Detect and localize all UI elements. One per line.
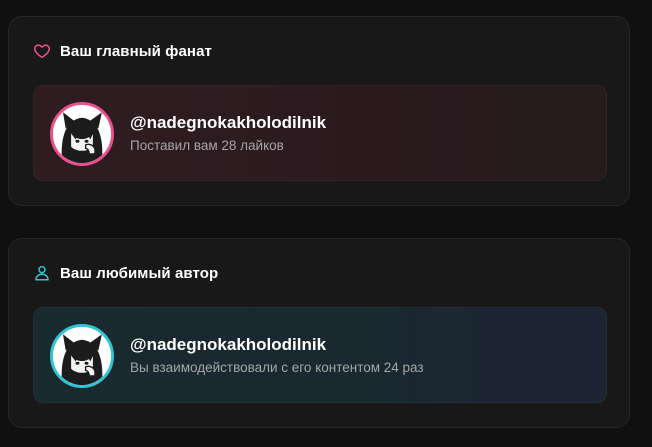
favorite-author-user-info: @nadegnokakholodilnik Вы взаимодействова…	[130, 334, 424, 377]
user-icon	[33, 264, 51, 282]
favorite-author-card: Ваш любимый автор @nadegnokakholodilnik …	[8, 238, 630, 428]
favorite-author-header: Ваш любимый автор	[33, 263, 218, 283]
favorite-author-user-panel[interactable]: @nadegnokakholodilnik Вы взаимодействова…	[33, 307, 607, 403]
avatar[interactable]	[50, 102, 114, 166]
favorite-author-username[interactable]: @nadegnokakholodilnik	[130, 334, 424, 356]
favorite-author-interactions-text: Вы взаимодействовали с его контентом 24 …	[130, 360, 424, 375]
favorite-author-title: Ваш любимый автор	[60, 264, 219, 282]
top-fan-username[interactable]: @nadegnokakholodilnik	[130, 112, 326, 134]
avatar[interactable]	[50, 324, 114, 388]
top-fan-user-panel[interactable]: @nadegnokakholodilnik Поставил вам 28 ла…	[33, 85, 607, 181]
top-fan-header: Ваш главный фанат	[33, 41, 212, 61]
heart-icon	[33, 42, 51, 60]
top-fan-likes-text: Поставил вам 28 лайков	[130, 138, 284, 153]
top-fan-user-info: @nadegnokakholodilnik Поставил вам 28 ла…	[130, 112, 326, 155]
top-fan-title: Ваш главный фанат	[60, 42, 212, 60]
top-fan-card: Ваш главный фанат @nadegnokakholodilnik …	[8, 16, 630, 206]
